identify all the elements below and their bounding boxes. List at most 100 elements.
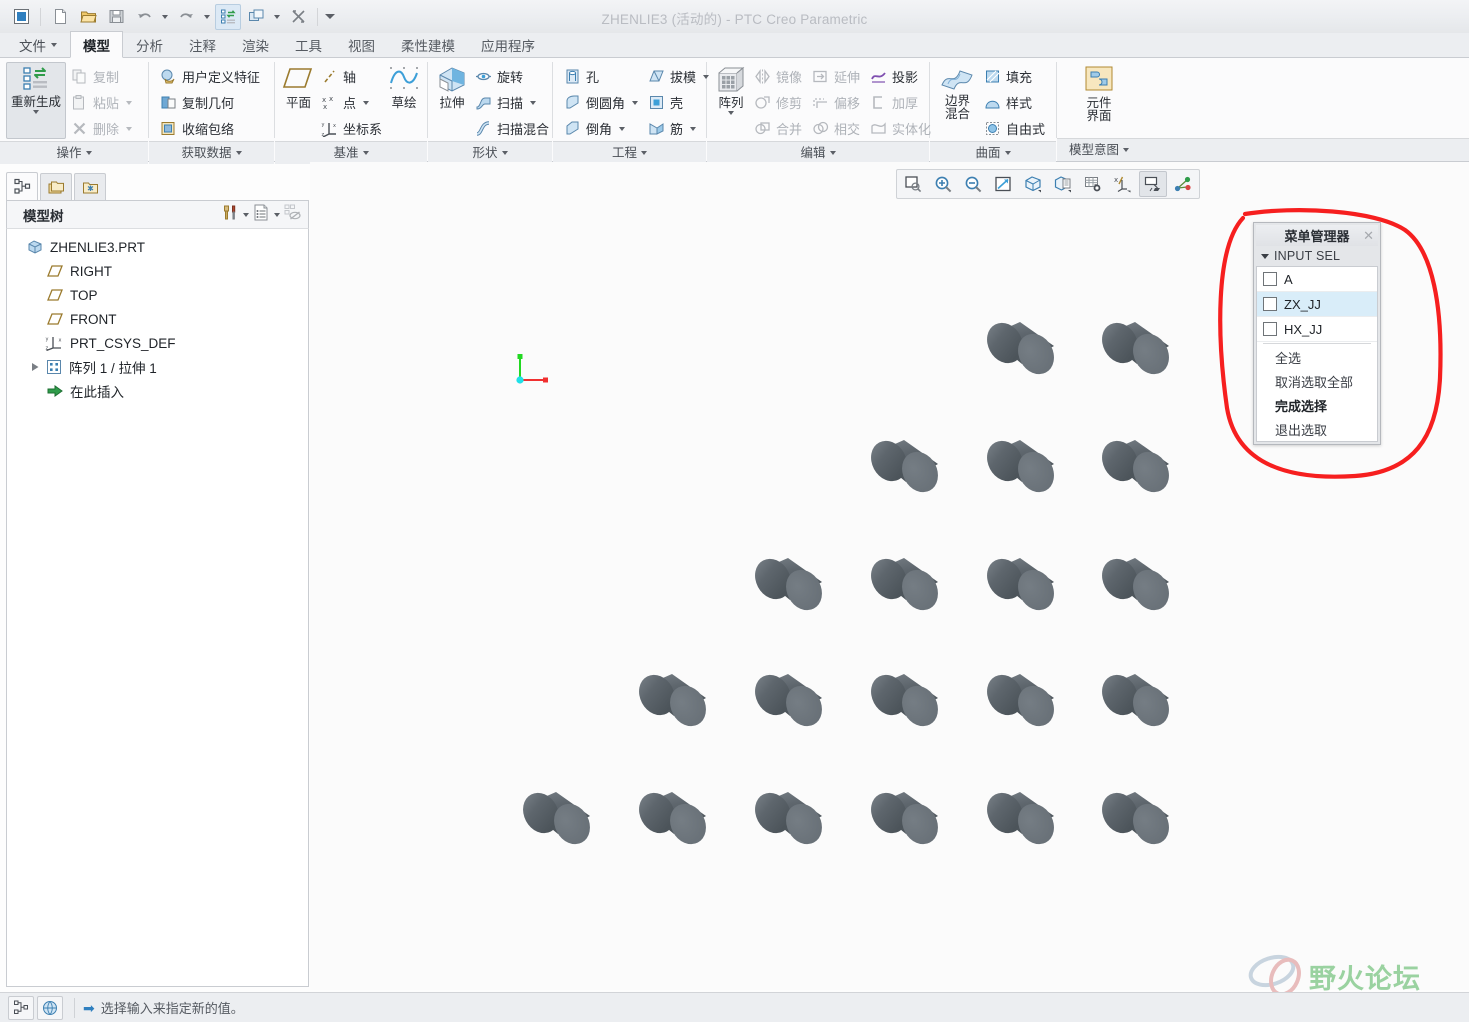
tab-annotate[interactable]: 注释 xyxy=(176,32,229,57)
spin-center-icon[interactable] xyxy=(1169,171,1197,197)
tree-filters-icon[interactable] xyxy=(252,203,271,227)
saved-views-icon[interactable] xyxy=(1049,171,1077,197)
tree-expander-icon[interactable] xyxy=(31,362,43,372)
intersect-button[interactable]: 相交 xyxy=(807,116,865,141)
delete-button[interactable]: 删除 xyxy=(66,116,137,141)
menu-item-hx-jj[interactable]: HX_JJ xyxy=(1257,317,1377,342)
left-panel-tabs[interactable] xyxy=(6,172,309,200)
graphics-toolbar[interactable]: x xyxy=(896,169,1200,199)
menu-manager-section-header[interactable]: INPUT SEL xyxy=(1256,246,1378,266)
copy-button[interactable]: 复制 xyxy=(66,64,137,89)
tab-model[interactable]: 模型 xyxy=(70,31,123,58)
ribbon-tabstrip[interactable]: 文件 模型 分析 注释 渲染 工具 视图 柔性建模 应用程序 xyxy=(0,31,1469,58)
tree-item-insert-here[interactable]: 在此插入 xyxy=(7,379,308,403)
freestyle-button[interactable]: 自由式 xyxy=(979,116,1050,141)
offset-button[interactable]: 偏移 xyxy=(807,90,865,115)
paste-button[interactable]: 粘贴 xyxy=(66,90,137,115)
view-manager-icon[interactable] xyxy=(1079,171,1107,197)
tab-render[interactable]: 渲染 xyxy=(229,32,282,57)
menu-command-quit-selection[interactable]: 退出选取 xyxy=(1257,417,1377,441)
fill-button[interactable]: 填充 xyxy=(979,64,1050,89)
tree-item-pattern[interactable]: 阵列 1 / 拉伸 1 xyxy=(7,355,308,379)
project-button[interactable]: 投影 xyxy=(865,64,936,89)
checkbox-zx-jj[interactable] xyxy=(1263,297,1277,311)
shrinkwrap-button[interactable]: 收缩包络 xyxy=(155,116,265,141)
display-style-icon[interactable] xyxy=(1019,171,1047,197)
tree-item-part[interactable]: ZHENLIE3.PRT xyxy=(7,235,308,259)
revolve-button[interactable]: 旋转 xyxy=(470,64,554,89)
ribbon-group-model-intent-label[interactable]: 模型意图 xyxy=(1057,138,1141,161)
chevron-down-icon[interactable] xyxy=(690,126,697,131)
checkbox-a[interactable] xyxy=(1263,272,1277,286)
ribbon-group-get-data-label[interactable]: 获取数据 xyxy=(149,141,274,164)
ribbon-group-operations-label[interactable]: 操作 xyxy=(0,141,148,164)
tree-item-right[interactable]: RIGHT xyxy=(7,259,308,283)
chevron-down-icon[interactable] xyxy=(619,126,626,131)
chevron-down-icon[interactable] xyxy=(243,212,249,217)
tab-analysis[interactable]: 分析 xyxy=(123,32,176,57)
favorites-tab[interactable] xyxy=(74,173,106,200)
copy-geometry-button[interactable]: 复制几何 xyxy=(155,90,265,115)
tree-item-front[interactable]: FRONT xyxy=(7,307,308,331)
chevron-down-icon[interactable] xyxy=(126,126,133,131)
browser-status-icon[interactable] xyxy=(37,995,63,1020)
hide-tree-icon[interactable] xyxy=(283,203,302,227)
menu-command-done-selection[interactable]: 完成选择 xyxy=(1257,393,1377,417)
component-interface-button[interactable]: 元件 界面 xyxy=(1072,62,1126,123)
menu-command-select-all[interactable]: 全选 xyxy=(1257,345,1377,369)
boundary-blend-button[interactable]: 边界 混合 xyxy=(936,62,979,121)
tree-item-csys[interactable]: y z x PRT_CSYS_DEF xyxy=(7,331,308,355)
solidify-button[interactable]: 实体化 xyxy=(865,116,936,141)
rib-button[interactable]: 筋 xyxy=(643,116,714,141)
sweep-button[interactable]: 扫描 xyxy=(470,90,554,115)
tree-filter-status-icon[interactable] xyxy=(8,995,34,1020)
extrude-button[interactable]: 拉伸 xyxy=(434,62,470,110)
menu-manager-dialog[interactable]: 菜单管理器 ✕ INPUT SEL A ZX_JJ HX_JJ 全选 取消选取全… xyxy=(1253,222,1381,445)
refit-icon[interactable] xyxy=(989,171,1017,197)
folder-browser-tab[interactable] xyxy=(40,173,72,200)
model-tree-tab[interactable] xyxy=(6,172,38,200)
pattern-button[interactable]: 阵列 xyxy=(713,62,749,115)
settings-hammer-icon[interactable] xyxy=(221,203,240,227)
ribbon-group-datum-label[interactable]: 基准 xyxy=(275,141,427,164)
tab-applications[interactable]: 应用程序 xyxy=(468,32,548,57)
hole-button[interactable]: 孔 xyxy=(559,64,643,89)
tab-tools[interactable]: 工具 xyxy=(282,32,335,57)
sketch-button[interactable]: 草绘 xyxy=(387,62,421,110)
datum-axis-button[interactable]: 轴 xyxy=(316,64,387,89)
close-icon[interactable]: ✕ xyxy=(1363,228,1374,244)
datum-point-button[interactable]: xxx 点 xyxy=(316,90,387,115)
ribbon-group-editing-label[interactable]: 编辑 xyxy=(707,141,929,164)
zoom-in-icon[interactable] xyxy=(929,171,957,197)
style-button[interactable]: 样式 xyxy=(979,90,1050,115)
chevron-down-icon[interactable] xyxy=(33,110,39,114)
udf-button[interactable]: 用户定义特征 xyxy=(155,64,265,89)
shell-button[interactable]: 壳 xyxy=(643,90,714,115)
zoom-window-icon[interactable] xyxy=(899,171,927,197)
datum-csys-button[interactable]: yz x 坐标系 xyxy=(316,116,387,141)
menu-manager-list[interactable]: A ZX_JJ HX_JJ 全选 取消选取全部 完成选择 退出选取 xyxy=(1256,266,1378,442)
menu-item-zx-jj[interactable]: ZX_JJ xyxy=(1257,292,1377,317)
draft-button[interactable]: 拔模 xyxy=(643,64,714,89)
model-tree-tools[interactable] xyxy=(221,203,302,227)
mirror-button[interactable]: 镜像 xyxy=(749,64,807,89)
tab-flexible-modeling[interactable]: 柔性建模 xyxy=(388,32,468,57)
datum-plane-button[interactable]: 平面 xyxy=(281,62,316,110)
menu-command-unselect-all[interactable]: 取消选取全部 xyxy=(1257,369,1377,393)
swept-blend-button[interactable]: 扫描混合 xyxy=(470,116,554,141)
chevron-down-icon[interactable] xyxy=(728,111,734,115)
chamfer-button[interactable]: 倒角 xyxy=(559,116,643,141)
trim-button[interactable]: 修剪 xyxy=(749,90,807,115)
round-button[interactable]: 倒圆角 xyxy=(559,90,643,115)
tree-item-top[interactable]: TOP xyxy=(7,283,308,307)
chevron-down-icon[interactable] xyxy=(274,212,280,217)
regenerate-button[interactable]: 重新生成 xyxy=(6,62,66,139)
tab-file[interactable]: 文件 xyxy=(6,32,70,57)
merge-button[interactable]: 合并 xyxy=(749,116,807,141)
ribbon-group-engineering-label[interactable]: 工程 xyxy=(553,141,706,164)
menu-item-a[interactable]: A xyxy=(1257,267,1377,292)
model-tree-body[interactable]: ZHENLIE3.PRT RIGHT TOP FRONT y z x PRT_C… xyxy=(6,229,309,987)
annotation-display-icon[interactable] xyxy=(1139,171,1167,197)
chevron-down-icon[interactable] xyxy=(363,100,369,105)
chevron-down-icon[interactable] xyxy=(530,100,537,105)
